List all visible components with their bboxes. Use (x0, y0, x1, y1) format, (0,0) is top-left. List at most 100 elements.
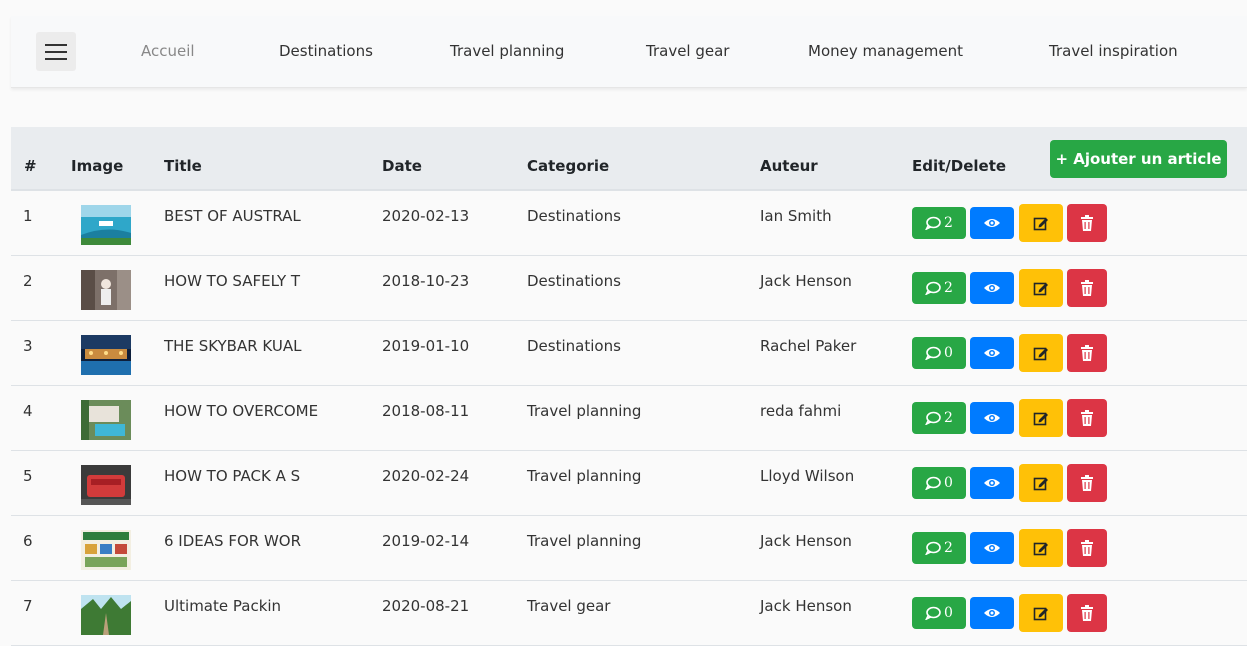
comments-button[interactable]: 2 (912, 532, 966, 564)
comments-button[interactable]: 2 (912, 272, 966, 304)
row-number: 5 (23, 467, 33, 485)
comment-icon (925, 476, 941, 490)
delete-button[interactable] (1067, 399, 1107, 437)
delete-button[interactable] (1067, 269, 1107, 307)
trash-icon (1080, 475, 1094, 491)
comment-count: 0 (944, 475, 953, 491)
article-title: THE SKYBAR KUAL (164, 337, 302, 355)
trash-icon (1080, 540, 1094, 556)
view-button[interactable] (970, 402, 1014, 434)
view-button[interactable] (970, 272, 1014, 304)
nav-link-destinations[interactable]: Destinations (279, 42, 373, 60)
row-number: 4 (23, 402, 33, 420)
table-row: 6 6 IDEAS FOR WOR 2019-02-14 Travel plannin… (11, 516, 1247, 581)
article-thumbnail (81, 270, 131, 310)
edit-button[interactable] (1019, 399, 1063, 437)
comments-button[interactable]: 0 (912, 467, 966, 499)
menu-toggle-button[interactable] (36, 32, 76, 71)
eye-icon (983, 217, 1001, 229)
edit-button[interactable] (1019, 529, 1063, 567)
article-title: 6 IDEAS FOR WOR (164, 532, 301, 550)
view-button[interactable] (970, 467, 1014, 499)
table-row: 3 THE SKYBAR KUAL 2019-01-10 Destinations Ra… (11, 321, 1247, 386)
nav-link-money-management[interactable]: Money management (808, 42, 963, 60)
comment-count: 0 (944, 605, 953, 621)
comment-count: 2 (944, 410, 953, 426)
table-row: 1 BEST OF AUSTRAL 2020-02-13 Destinations Ia… (11, 191, 1247, 256)
comment-icon (925, 346, 941, 360)
view-button[interactable] (970, 597, 1014, 629)
comment-icon (925, 411, 941, 425)
column-header-image: Image (71, 157, 124, 175)
article-title: HOW TO PACK A S (164, 467, 301, 485)
add-article-button[interactable]: + Ajouter un article (1050, 140, 1227, 178)
article-category: Destinations (527, 272, 621, 290)
article-date: 2020-02-13 (382, 207, 470, 225)
top-navbar: Accueil Destinations Travel planning Tra… (11, 16, 1247, 88)
trash-icon (1080, 605, 1094, 621)
article-thumbnail (81, 400, 131, 440)
article-title: HOW TO OVERCOME (164, 402, 319, 420)
trash-icon (1080, 410, 1094, 426)
edit-button[interactable] (1019, 204, 1063, 242)
comments-button[interactable]: 2 (912, 402, 966, 434)
trash-icon (1080, 280, 1094, 296)
column-header-date: Date (382, 157, 422, 175)
delete-button[interactable] (1067, 464, 1107, 502)
nav-link-travel-inspiration[interactable]: Travel inspiration (1049, 42, 1178, 60)
edit-button[interactable] (1019, 334, 1063, 372)
delete-button[interactable] (1067, 204, 1107, 242)
view-button[interactable] (970, 207, 1014, 239)
delete-button[interactable] (1067, 334, 1107, 372)
column-header-title: Title (164, 157, 202, 175)
nav-link-accueil[interactable]: Accueil (141, 42, 195, 60)
comment-count: 0 (944, 345, 953, 361)
table-row: 5 HOW TO PACK A S 2020-02-24 Travel plannin… (11, 451, 1247, 516)
view-button[interactable] (970, 532, 1014, 564)
article-author: Rachel Paker (760, 337, 857, 355)
view-button[interactable] (970, 337, 1014, 369)
edit-button[interactable] (1019, 594, 1063, 632)
comment-count: 2 (944, 280, 953, 296)
comment-icon (925, 281, 941, 295)
comments-button[interactable]: 2 (912, 207, 966, 239)
row-number: 6 (23, 532, 33, 550)
comment-icon (925, 606, 941, 620)
edit-button[interactable] (1019, 464, 1063, 502)
eye-icon (983, 477, 1001, 489)
article-thumbnail (81, 595, 131, 635)
nav-link-travel-gear[interactable]: Travel gear (646, 42, 729, 60)
row-number: 1 (23, 207, 33, 225)
delete-button[interactable] (1067, 594, 1107, 632)
edit-icon (1033, 280, 1049, 296)
article-date: 2020-02-24 (382, 467, 470, 485)
row-number: 3 (23, 337, 33, 355)
eye-icon (983, 542, 1001, 554)
article-thumbnail (81, 465, 131, 505)
comments-button[interactable]: 0 (912, 337, 966, 369)
row-number: 2 (23, 272, 33, 290)
article-author: Jack Henson (760, 532, 852, 550)
article-category: Travel gear (527, 597, 611, 615)
table-row: 2 HOW TO SAFELY T 2018-10-23 Destinations Ja… (11, 256, 1247, 321)
comment-icon (925, 216, 941, 230)
comments-button[interactable]: 0 (912, 597, 966, 629)
comment-count: 2 (944, 215, 953, 231)
eye-icon (983, 347, 1001, 359)
delete-button[interactable] (1067, 529, 1107, 567)
column-header-category: Categorie (527, 157, 610, 175)
edit-icon (1033, 410, 1049, 426)
table-header: # Image Title Date Categorie Auteur Edit… (11, 127, 1247, 191)
edit-icon (1033, 605, 1049, 621)
article-title: HOW TO SAFELY T (164, 272, 301, 290)
article-date: 2018-08-11 (382, 402, 470, 420)
nav-link-travel-planning[interactable]: Travel planning (450, 42, 564, 60)
column-header-author: Auteur (760, 157, 818, 175)
edit-icon (1033, 540, 1049, 556)
article-date: 2019-02-14 (382, 532, 470, 550)
article-category: Travel planning (527, 467, 642, 485)
article-thumbnail (81, 335, 131, 375)
eye-icon (983, 412, 1001, 424)
table-row: 7 Ultimate Packin 2020-08-21 Travel gear Jac… (11, 581, 1247, 646)
edit-button[interactable] (1019, 269, 1063, 307)
